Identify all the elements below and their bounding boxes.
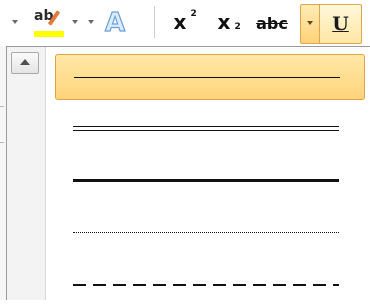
superscript-button[interactable]: x 2 [162,6,198,38]
underline-option-thick[interactable] [55,158,365,204]
scroll-up-button[interactable] [11,52,39,74]
strikethrough-button[interactable]: abc [252,8,292,38]
chevron-down-icon [307,21,313,25]
underline-dropdown-button[interactable] [301,5,320,43]
scroll-up-arrow-icon [20,59,30,65]
strikethrough-icon: abc [256,13,288,33]
subscript-mark: 2 [234,22,241,32]
underline-button[interactable]: U [320,5,361,43]
toolbar-separator [154,6,155,38]
ruler-tick [0,142,4,143]
font-color-dropdown-arrow-icon[interactable] [88,20,94,24]
font-color-icon: A [104,7,126,38]
highlight-color-swatch [34,31,64,37]
subscript-button[interactable]: x 2 [206,6,242,38]
font-formatting-toolbar: ab A x 2 x 2 abc U [0,0,370,46]
dotted-underline-sample [73,232,339,233]
dropdown-arrow-icon[interactable] [12,20,18,24]
underline-style-menu [6,46,370,300]
thick-underline-sample [73,179,339,182]
underline-option-dashed[interactable] [55,262,365,308]
underline-icon: U [332,13,349,35]
menu-scrollbar[interactable] [7,47,46,300]
superscript-icon: x 2 [173,9,197,34]
highlight-color-dropdown-arrow-icon[interactable] [72,20,78,24]
underline-option-dotted[interactable] [55,210,365,256]
single-underline-sample [74,77,340,78]
subscript-base: x [217,10,231,34]
underline-option-single[interactable] [55,54,365,100]
dashed-underline-sample [73,284,339,286]
superscript-mark: 2 [190,9,197,19]
superscript-base: x [173,10,187,34]
subscript-icon: x 2 [217,10,241,34]
ruler-tick [0,106,4,107]
text-highlight-button[interactable]: ab [30,6,70,40]
underline-split-button: U [300,4,362,44]
underline-option-double[interactable] [55,106,365,152]
double-underline-sample [73,126,339,131]
font-color-button[interactable]: A [98,6,132,40]
